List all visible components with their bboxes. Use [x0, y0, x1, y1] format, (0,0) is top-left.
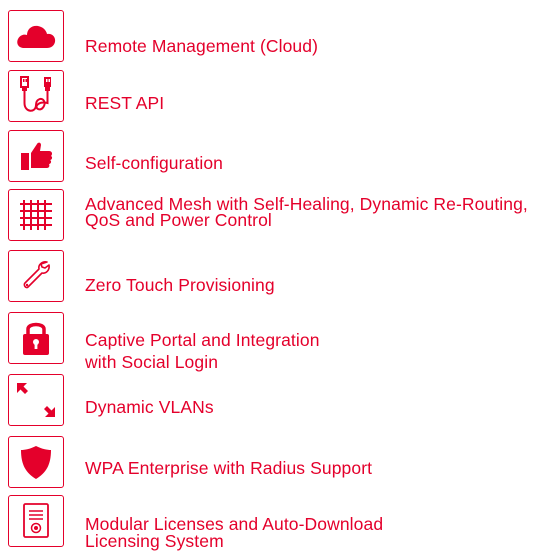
icon-box: [8, 70, 64, 122]
icon-box: [8, 130, 64, 182]
feature-label: Zero Touch Provisioning: [85, 275, 275, 295]
diagonal-arrows-icon: [14, 379, 58, 421]
icon-box: [8, 250, 64, 302]
wrench-icon: [18, 258, 54, 294]
certificate-icon: [19, 501, 53, 541]
feature-list: Remote Management (Cloud) REST API Self-…: [0, 0, 557, 552]
feature-label: WPA Enterprise with Radius Support: [85, 458, 373, 478]
usb-cable-icon: [16, 75, 56, 117]
padlock-icon: [20, 319, 52, 357]
feature-label: Captive Portal and Integration with Soci…: [85, 330, 320, 372]
cloud-icon: [15, 21, 57, 51]
icon-box: [8, 436, 64, 488]
feature-label: Modular Licenses and Auto-Download Licen…: [85, 514, 384, 551]
feature-label: REST API: [85, 93, 165, 113]
icon-box: [8, 312, 64, 364]
icon-box: [8, 10, 64, 62]
shield-icon: [18, 443, 54, 481]
feature-label: Dynamic VLANs: [85, 397, 214, 417]
icon-box: [8, 189, 64, 241]
icon-box: [8, 495, 64, 547]
mesh-grid-icon: [16, 196, 56, 234]
thumbs-up-icon: [18, 140, 54, 172]
icon-box: [8, 374, 64, 426]
feature-label: Advanced Mesh with Self-Healing, Dynamic…: [85, 194, 528, 230]
feature-label: Self-configuration: [85, 153, 223, 173]
feature-label: Remote Management (Cloud): [85, 36, 319, 56]
